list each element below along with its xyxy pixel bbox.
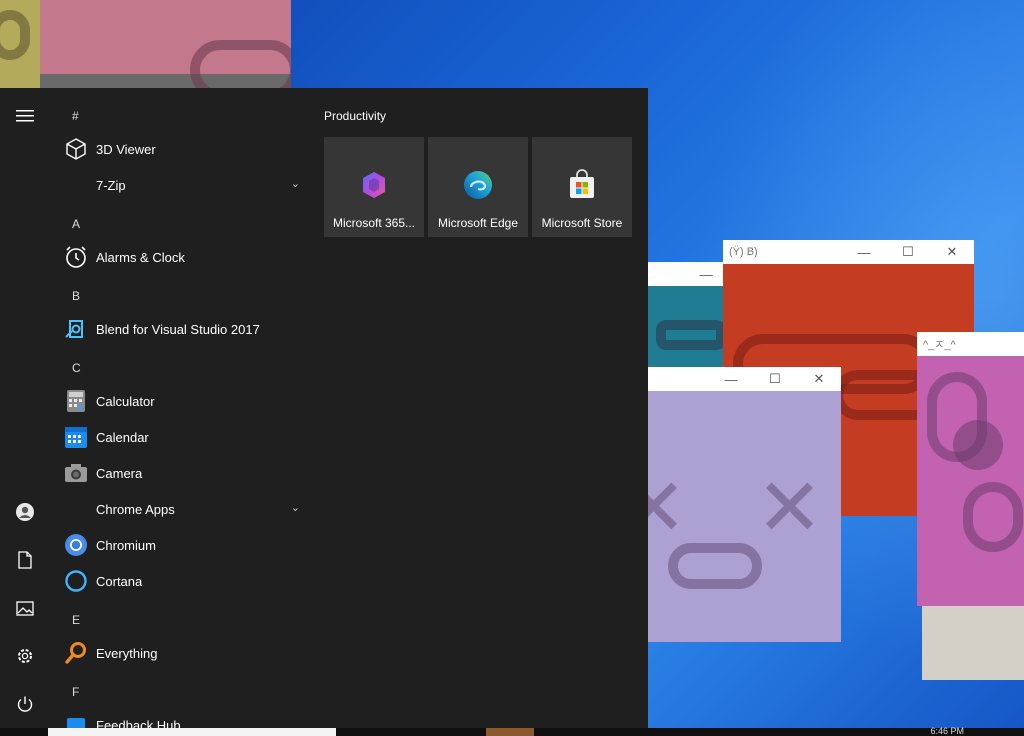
app-calendar[interactable]: Calendar — [50, 419, 312, 455]
chromium-icon — [63, 532, 89, 558]
letter-header[interactable]: C — [72, 361, 81, 375]
maximize-icon[interactable]: ☐ — [886, 244, 930, 260]
cortana-icon — [63, 568, 89, 594]
app-label: Chrome Apps — [96, 501, 175, 517]
search-icon — [63, 640, 89, 666]
letter-header[interactable]: B — [72, 289, 80, 303]
tile-label: Microsoft 365... — [332, 216, 416, 230]
folder-icon — [63, 496, 89, 522]
store-icon — [566, 169, 598, 201]
app-label: Chromium — [96, 537, 156, 553]
app-label: 7-Zip — [96, 177, 126, 193]
taskbar — [0, 728, 1024, 736]
app-label: Cortana — [96, 573, 143, 589]
app-list[interactable]: # 3D Viewer 7-Zip ⌄ A Alarms & Clock B B… — [50, 88, 312, 728]
alarm-clock-icon — [63, 244, 89, 270]
window-title: ^_ㅈ_^ — [923, 339, 956, 351]
power-icon[interactable] — [0, 684, 50, 724]
background-window-lavender[interactable]: — ☐ ✕ ✕ ✕ — [648, 367, 841, 642]
minimize-icon[interactable]: — — [709, 372, 753, 387]
app-label: Alarms & Clock — [96, 249, 185, 265]
background-window-olive[interactable] — [0, 0, 40, 88]
minimize-icon[interactable]: — — [842, 245, 886, 260]
taskbar-app-button[interactable] — [486, 728, 534, 736]
app-label: Camera — [96, 465, 143, 481]
app-label: Blend for Visual Studio 2017 — [96, 321, 260, 337]
app-3d-viewer[interactable]: 3D Viewer — [50, 131, 312, 167]
app-chrome-apps-folder[interactable]: Chrome Apps ⌄ — [50, 491, 312, 527]
tile-microsoft-edge[interactable]: Microsoft Edge — [428, 137, 528, 237]
letter-header[interactable]: F — [72, 685, 79, 699]
app-chromium[interactable]: Chromium — [50, 527, 312, 563]
folder-icon — [63, 172, 89, 198]
app-cortana[interactable]: Cortana — [50, 563, 312, 599]
app-calculator[interactable]: Calculator — [50, 383, 312, 419]
chevron-down-icon: ⌄ — [290, 178, 300, 190]
app-camera[interactable]: Camera — [50, 455, 312, 491]
app-7zip-folder[interactable]: 7-Zip ⌄ — [50, 167, 312, 203]
calculator-icon — [63, 388, 89, 414]
camera-icon — [63, 460, 89, 486]
close-icon[interactable]: ✕ — [797, 371, 841, 387]
app-label: Calendar — [96, 429, 149, 445]
app-blend[interactable]: Blend for Visual Studio 2017 — [50, 311, 312, 347]
taskbar-clock[interactable]: 6:46 PM — [930, 726, 964, 736]
documents-icon[interactable] — [0, 540, 50, 580]
app-alarms-clock[interactable]: Alarms & Clock — [50, 239, 312, 275]
letter-header[interactable]: # — [72, 109, 79, 123]
microsoft-365-icon — [358, 169, 390, 201]
tile-microsoft-365[interactable]: Microsoft 365... — [324, 137, 424, 237]
pictures-icon[interactable] — [0, 588, 50, 628]
app-label: 3D Viewer — [96, 141, 156, 157]
tile-group-title[interactable]: Productivity — [324, 109, 386, 123]
app-feedback-hub[interactable]: Feedback Hub — [50, 707, 312, 728]
calendar-icon — [63, 424, 89, 450]
x-scribble: ✕ — [648, 461, 688, 554]
taskbar-search-box[interactable] — [48, 728, 336, 736]
start-menu: # 3D Viewer 7-Zip ⌄ A Alarms & Clock B B… — [0, 88, 648, 728]
blend-icon — [63, 316, 89, 342]
background-window-gray[interactable] — [922, 606, 1024, 680]
chevron-down-icon: ⌄ — [290, 502, 300, 514]
close-icon[interactable]: ✕ — [930, 244, 974, 260]
background-window-teal[interactable]: — — [648, 262, 728, 372]
start-rail — [0, 88, 50, 728]
feedback-icon — [63, 712, 89, 728]
minimize-icon[interactable]: — — [684, 267, 728, 282]
letter-header[interactable]: A — [72, 217, 80, 231]
app-everything[interactable]: Everything — [50, 635, 312, 671]
maximize-icon[interactable]: ☐ — [753, 371, 797, 387]
app-label: Everything — [96, 645, 158, 661]
tile-label: Microsoft Edge — [437, 216, 519, 230]
hamburger-icon[interactable] — [0, 96, 50, 136]
edge-icon — [462, 169, 494, 201]
background-window-rose[interactable] — [40, 0, 291, 88]
user-icon[interactable] — [0, 492, 50, 532]
x-scribble: ✕ — [756, 461, 824, 554]
cube-icon — [63, 136, 89, 162]
app-label: Feedback Hub — [96, 717, 181, 729]
letter-header[interactable]: E — [72, 613, 80, 627]
tile-microsoft-store[interactable]: Microsoft Store — [532, 137, 632, 237]
background-window-pink[interactable]: ^_ㅈ_^ — [917, 332, 1024, 606]
settings-icon[interactable] — [0, 636, 50, 676]
tile-label: Microsoft Store — [541, 216, 623, 230]
app-label: Calculator — [96, 393, 155, 409]
window-title: (Ϋ) B) — [729, 246, 758, 258]
